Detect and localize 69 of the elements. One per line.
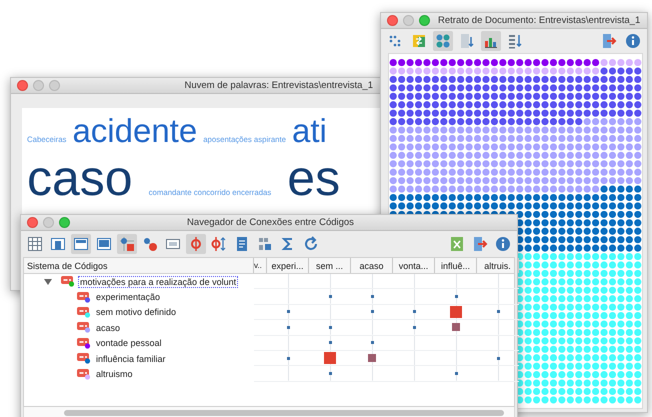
code-label[interactable]: vontade pessoal [94,337,164,350]
code-label[interactable]: sem motivo definido [94,306,178,318]
code-label[interactable]: altruismo [94,368,135,380]
list-sort-icon [507,32,523,48]
cloud-word[interactable]: caso [27,153,133,203]
code-label[interactable]: experimentação [94,291,162,304]
column-header[interactable]: acaso [351,258,393,273]
column-header[interactable]: vonta... [393,258,435,273]
column-center-icon [73,236,89,252]
code-icon [61,276,75,288]
dot-grid-icon [387,32,403,48]
code-icon [77,368,91,380]
exit-icon [472,236,488,252]
cloud-word[interactable]: es [287,153,340,203]
toolbar-button[interactable] [433,30,453,50]
close-button[interactable] [17,80,28,91]
code-icon [77,292,91,303]
cloud-word[interactable]: ati [292,114,327,147]
column-header[interactable]: influê... [435,258,477,273]
toolbar-button[interactable] [25,234,45,254]
column-header[interactable]: altruis. [477,258,519,273]
split-node-icon [188,236,204,252]
zoom-button[interactable] [59,217,70,228]
code-label[interactable]: motivações para a realização de volunt [78,276,238,288]
code-label[interactable]: acaso [94,322,122,334]
close-button[interactable] [387,15,398,26]
toolbar-button[interactable] [117,234,137,254]
node-square-icon [119,236,135,252]
connection-square[interactable] [368,354,376,362]
page-arrow-icon [459,32,475,48]
toolbar-button[interactable] [481,30,501,50]
code-label[interactable]: influência familiar [94,352,168,365]
connection-square[interactable] [324,352,336,364]
disclosure-triangle-icon[interactable] [44,278,52,286]
column-left-icon [50,236,66,252]
toolbar-button[interactable] [186,234,206,254]
connection-square[interactable] [452,323,460,332]
window-title: Navegador de Conexões entre Códigos [187,217,355,228]
code-icon [77,338,91,349]
column-header[interactable]: experi... [267,258,309,273]
swap-square-icon [411,32,427,48]
cloud-word[interactable]: acidente [72,114,198,147]
close-button[interactable] [27,217,38,228]
column-header[interactable]: v.. [254,258,267,273]
window-title: Retrato de Documento: Entrevistas\entrevista_1 [438,15,640,26]
column-wide-icon [96,236,112,252]
column-header[interactable]: Sistema de Códigos [24,258,254,273]
info-icon [495,236,511,252]
document-icon [234,236,250,252]
window-title: Nuvem de palavras: Entrevistas\entrevista_1 [184,80,374,91]
code-icon [77,353,91,364]
zoom-button[interactable] [419,15,430,26]
refresh-icon [303,236,319,252]
toolbar-button[interactable] [493,234,513,254]
table-icon [27,236,43,252]
number-field-icon [165,236,181,252]
connection-square[interactable] [450,306,462,318]
code-icon [77,322,91,334]
column-header[interactable]: sem ... [309,258,351,273]
four-dots-icon [435,32,451,48]
node-circle-icon [142,236,158,252]
scrollbar-thumb[interactable] [64,410,504,416]
info-icon [625,32,641,48]
matrix-icon [257,236,273,252]
exit-icon [601,32,617,48]
spreadsheet-icon [449,236,465,252]
toolbar-button[interactable] [71,234,91,254]
code-icon [77,306,91,318]
split-sort-icon [211,236,227,252]
